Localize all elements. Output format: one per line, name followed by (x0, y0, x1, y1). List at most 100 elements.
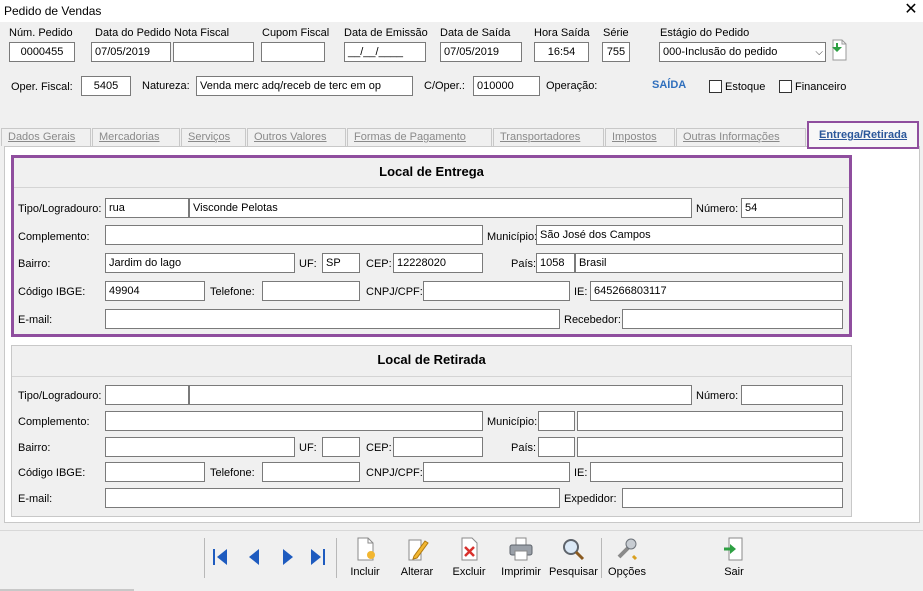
entrega-cnpj-field[interactable] (423, 281, 570, 301)
estagio-select[interactable]: 000-Inclusão do pedido ⌵ (659, 42, 826, 62)
retirada-telefone-field[interactable] (262, 462, 360, 482)
cupom-fiscal-field[interactable] (261, 42, 325, 62)
estagio-label: Estágio do Pedido (660, 27, 750, 39)
sair-button[interactable]: Sair (710, 536, 758, 578)
entrega-ie-label: IE: (574, 286, 588, 298)
entrega-cep-field[interactable]: 12228020 (393, 253, 483, 273)
pesquisar-button[interactable]: Pesquisar (549, 536, 598, 578)
excluir-label: Excluir (452, 566, 486, 578)
cupom-fiscal-label: Cupom Fiscal (262, 27, 330, 39)
entrega-ibge-field[interactable]: 49904 (105, 281, 205, 301)
financeiro-label: Financeiro (795, 81, 847, 93)
tab-impostos[interactable]: Impostos (605, 128, 675, 146)
oper-fiscal-label: Oper. Fiscal: (11, 81, 73, 93)
opcoes-button[interactable]: Opções (603, 536, 651, 578)
retirada-uf-field[interactable] (322, 437, 360, 457)
incluir-button[interactable]: Incluir (341, 536, 389, 578)
data-pedido-field[interactable]: 07/05/2019 (91, 42, 171, 62)
entrega-municipio-field[interactable]: São José dos Campos (536, 225, 843, 245)
previous-record-icon[interactable] (243, 545, 265, 569)
entrega-logradouro-field[interactable]: Visconde Pelotas (189, 198, 692, 218)
operacao-value: SAÍDA (652, 79, 687, 91)
entrega-complemento-label: Complemento: (18, 231, 90, 243)
entrega-complemento-field[interactable] (105, 225, 483, 245)
alterar-label: Alterar (400, 566, 434, 578)
retirada-cnpj-field[interactable] (423, 462, 570, 482)
imprimir-label: Imprimir (501, 566, 541, 578)
retirada-pais-label: País: (511, 442, 537, 454)
retirada-municipio-cod-field[interactable] (538, 411, 575, 431)
tab-outros-valores[interactable]: Outros Valores (247, 128, 346, 146)
tab-mercadorias[interactable]: Mercadorias (92, 128, 180, 146)
retirada-numero-field[interactable] (741, 385, 843, 405)
retirada-ibge-field[interactable] (105, 462, 205, 482)
chevron-down-icon[interactable]: ⌵ (815, 44, 823, 61)
entrega-municipio-label: Município: (487, 231, 538, 243)
retirada-expedidor-field[interactable] (622, 488, 843, 508)
entrega-separator (14, 187, 849, 188)
tab-outras-informacoes[interactable]: Outras Informações (676, 128, 806, 146)
retirada-logradouro-field[interactable] (189, 385, 692, 405)
entrega-ie-field[interactable]: 645266803117 (590, 281, 843, 301)
entrega-email-field[interactable] (105, 309, 560, 329)
entrega-pais-field[interactable]: Brasil (575, 253, 843, 273)
num-pedido-field[interactable]: 0000455 (9, 42, 75, 62)
retirada-email-label: E-mail: (18, 493, 53, 505)
tab-servicos[interactable]: Serviços (181, 128, 246, 146)
tab-entrega-retirada[interactable]: Entrega/Retirada (807, 121, 919, 149)
toolbar-divider (204, 538, 205, 578)
entrega-cnpj-label: CNPJ/CPF: (366, 286, 423, 298)
last-record-icon[interactable] (307, 545, 329, 569)
retirada-municipio-field[interactable] (577, 411, 843, 431)
window-title: Pedido de Vendas (4, 4, 102, 18)
entrega-uf-field[interactable]: SP (322, 253, 360, 273)
edit-document-icon (408, 539, 429, 561)
entrega-numero-field[interactable]: 54 (741, 198, 843, 218)
entrega-tipo-field[interactable]: rua (105, 198, 189, 218)
retirada-tipo-field[interactable] (105, 385, 189, 405)
c-oper-field[interactable]: 010000 (473, 76, 540, 96)
estoque-checkbox[interactable] (709, 80, 722, 93)
hora-saida-label: Hora Saída (534, 27, 590, 39)
retirada-expedidor-label: Expedidor: (564, 493, 617, 505)
nota-fiscal-label: Nota Fiscal (174, 27, 230, 39)
document-download-icon[interactable] (829, 39, 849, 61)
opcoes-label: Opções (608, 566, 646, 578)
c-oper-label: C/Oper.: (424, 80, 465, 92)
natureza-field[interactable]: Venda merc adq/receb de terc em op (196, 76, 413, 96)
imprimir-button[interactable]: Imprimir (497, 536, 545, 578)
next-record-icon[interactable] (277, 545, 299, 569)
retirada-pais-field[interactable] (577, 437, 843, 457)
retirada-telefone-label: Telefone: (210, 467, 255, 479)
retirada-separator (12, 376, 851, 377)
excluir-button[interactable]: Excluir (445, 536, 493, 578)
data-pedido-label: Data do Pedido (95, 27, 171, 39)
alterar-button[interactable]: Alterar (393, 536, 441, 578)
first-record-icon[interactable] (209, 545, 231, 569)
financeiro-checkbox[interactable] (779, 80, 792, 93)
num-pedido-label: Núm. Pedido (9, 27, 73, 39)
serie-field[interactable]: 755 (602, 42, 630, 62)
entrega-bairro-field[interactable]: Jardim do lago (105, 253, 295, 273)
retirada-municipio-label: Município: (487, 416, 538, 428)
data-emissao-field[interactable]: __/__/____ (344, 42, 426, 62)
tab-formas-pagamento[interactable]: Formas de Pagamento (347, 128, 492, 146)
retirada-pais-cod-field[interactable] (538, 437, 575, 457)
retirada-bairro-field[interactable] (105, 437, 295, 457)
hora-saida-field[interactable]: 16:54 (534, 42, 589, 62)
entrega-telefone-field[interactable] (262, 281, 360, 301)
estagio-value: 000-Inclusão do pedido (663, 46, 778, 58)
close-icon[interactable]: ✕ (903, 1, 919, 19)
retirada-complemento-field[interactable] (105, 411, 483, 431)
entrega-recebedor-field[interactable] (622, 309, 843, 329)
retirada-email-field[interactable] (105, 488, 560, 508)
tab-dados-gerais[interactable]: Dados Gerais (1, 128, 91, 146)
tab-transportadores[interactable]: Transportadores (493, 128, 604, 146)
oper-fiscal-field[interactable]: 5405 (81, 76, 131, 96)
nota-fiscal-field[interactable] (173, 42, 254, 62)
retirada-ie-field[interactable] (590, 462, 843, 482)
data-saida-field[interactable]: 07/05/2019 (440, 42, 522, 62)
entrega-pais-cod-field[interactable]: 1058 (536, 253, 575, 273)
retirada-cep-field[interactable] (393, 437, 483, 457)
incluir-label: Incluir (350, 566, 380, 578)
